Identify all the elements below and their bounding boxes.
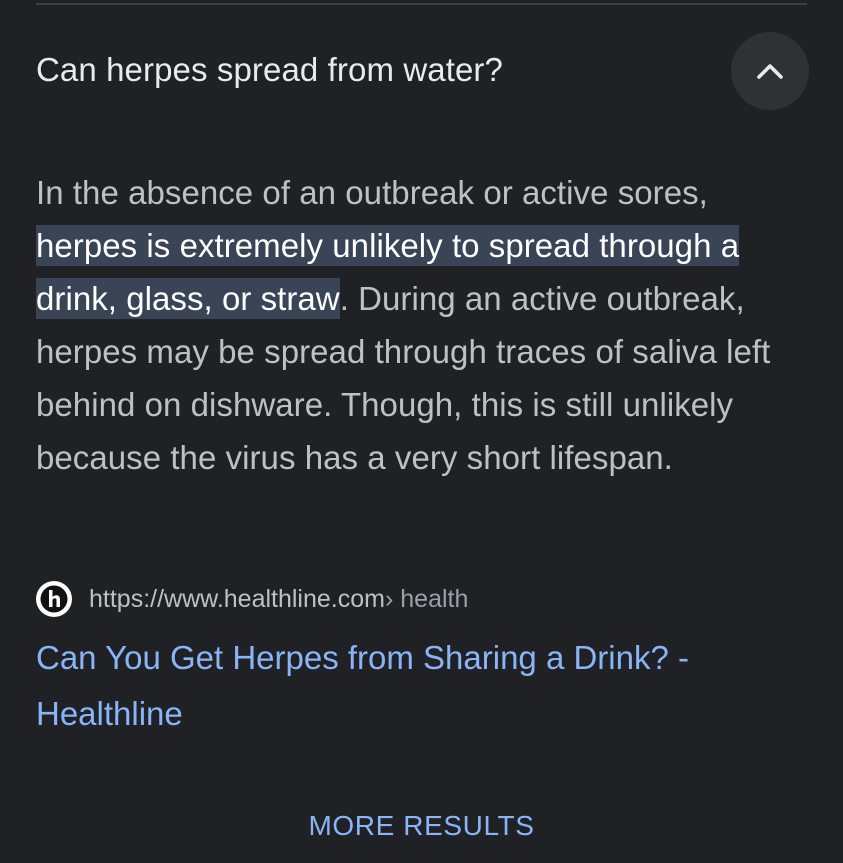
chevron-up-icon <box>757 64 783 79</box>
more-results-button[interactable]: MORE RESULTS <box>0 806 843 846</box>
source-url[interactable]: https://www.healthline.com <box>89 584 385 614</box>
source-breadcrumb: › health <box>384 585 469 613</box>
faq-panel: Can herpes spread from water? In the abs… <box>0 0 843 863</box>
healthline-logo-icon <box>36 581 72 617</box>
question-text[interactable]: Can herpes spread from water? <box>36 50 503 90</box>
question-header[interactable]: Can herpes spread from water? <box>36 32 809 110</box>
answer-text-before: In the absence of an outbreak or active … <box>36 174 708 211</box>
answer-snippet: In the absence of an outbreak or active … <box>36 166 803 484</box>
source-citation[interactable]: https://www.healthline.com › health <box>36 580 468 618</box>
result-title-link[interactable]: Can You Get Herpes from Sharing a Drink?… <box>36 630 803 742</box>
top-divider <box>36 3 807 5</box>
collapse-button[interactable] <box>731 32 809 110</box>
